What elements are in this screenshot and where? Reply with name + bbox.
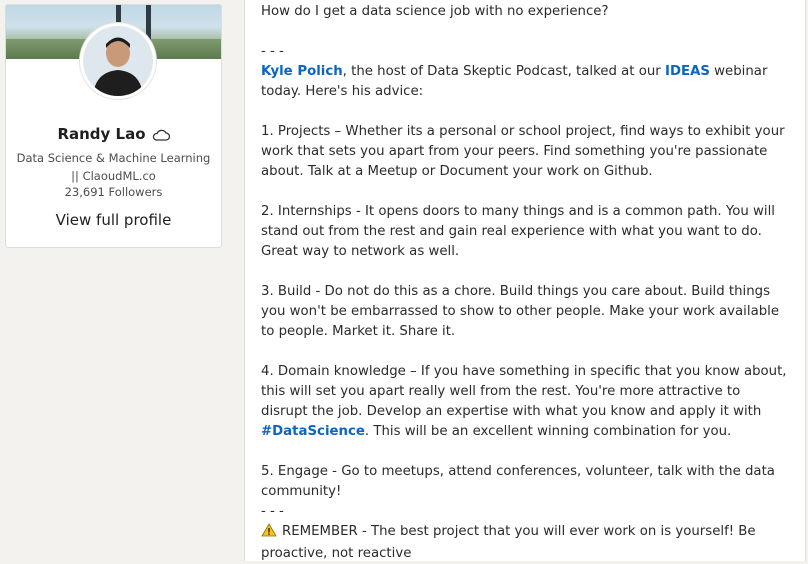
tip4-text: 4. Domain knowledge – If you have someth… (261, 364, 787, 419)
follower-count: 23,691 Followers (64, 185, 163, 199)
post-question: How do I get a data science job with no … (261, 4, 609, 19)
avatar[interactable] (80, 23, 156, 99)
hashtag-link[interactable]: #DataScience (261, 424, 365, 439)
post-divider: - - - (261, 44, 284, 59)
tip-build: 3. Build - Do not do this as a chore. Bu… (261, 284, 780, 339)
event-link[interactable]: IDEAS (665, 64, 710, 79)
cloud-icon (152, 127, 170, 145)
tip-internships: 2. Internships - It opens doors to many … (261, 204, 775, 259)
warning-icon (261, 523, 277, 544)
post-reminder: REMEMBER - The best project that you wil… (261, 522, 791, 564)
reminder-text: REMEMBER - The best project that you wil… (261, 524, 756, 561)
profile-headline: Data Science & Machine Learning || Claou… (16, 151, 211, 183)
post-divider-2: - - - (261, 504, 284, 519)
tip-projects: 1. Projects – Whether its a personal or … (261, 124, 785, 179)
tip-engage: 5. Engage - Go to meetups, attend confer… (261, 464, 775, 499)
view-full-profile-link[interactable]: View full profile (6, 211, 221, 229)
profile-card: Randy Lao Data Science & Machine Learnin… (5, 4, 222, 248)
tip-domain-knowledge: 4. Domain knowledge – If you have someth… (261, 362, 791, 442)
post-panel: How do I get a data science job with no … (244, 0, 806, 561)
profile-name-row: Randy Lao (6, 125, 221, 145)
mention-link[interactable]: Kyle Polich (261, 64, 343, 79)
post-intro: Kyle Polich, the host of Data Skeptic Po… (261, 62, 791, 102)
post-body: How do I get a data science job with no … (261, 2, 791, 564)
profile-name[interactable]: Randy Lao (57, 125, 145, 143)
intro-text: , the host of Data Skeptic Podcast, talk… (342, 64, 666, 79)
tip4-text-end: . This will be an excellent winning comb… (364, 424, 732, 439)
